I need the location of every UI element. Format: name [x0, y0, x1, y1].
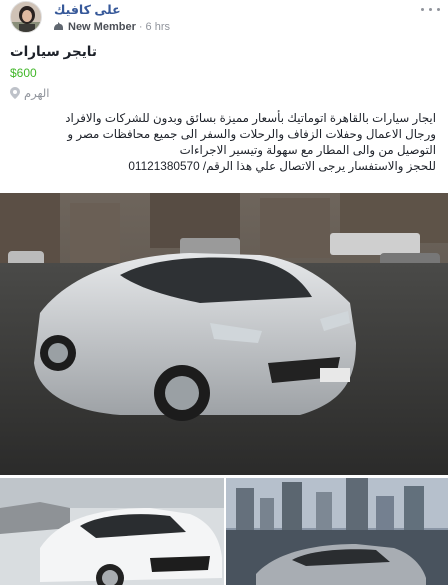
car-photo-3[interactable]: [226, 478, 448, 585]
meta-separator: ·: [138, 20, 143, 33]
description-line: التوصيل من والى المطار مع سهولة وتيسير ا…: [179, 143, 436, 157]
location-pin-icon: [10, 87, 20, 99]
listing-price: $600: [10, 66, 37, 80]
description-line: ايجار سيارات بالقاهرة اتوماتيك بأسعار مم…: [65, 111, 436, 125]
author-avatar[interactable]: [10, 1, 42, 33]
description-line: ورجال الاعمال وحفلات الزفاف والرحلات وال…: [67, 127, 436, 141]
author-name[interactable]: على كافيك: [54, 2, 121, 17]
more-options-icon[interactable]: [418, 2, 442, 16]
new-member-icon: [54, 22, 63, 30]
listing-title: تايجر سيارات: [10, 44, 97, 59]
post-time[interactable]: 6 hrs: [146, 21, 170, 33]
member-badge-label: New Member: [68, 20, 136, 33]
location-text: الهرم: [24, 88, 50, 100]
car-photo-2[interactable]: [0, 478, 224, 585]
description-line: للحجز والاستفسار يرجى الاتصال علي هذا ال…: [128, 159, 436, 173]
post-header: على كافيك New Member · 6 hrs: [0, 0, 448, 40]
main-car-photo[interactable]: [0, 193, 448, 475]
listing-description: ايجار سيارات بالقاهرة اتوماتيك بأسعار مم…: [65, 110, 436, 174]
post-meta: New Member · 6 hrs: [52, 20, 170, 33]
listing-location[interactable]: الهرم: [10, 86, 49, 100]
